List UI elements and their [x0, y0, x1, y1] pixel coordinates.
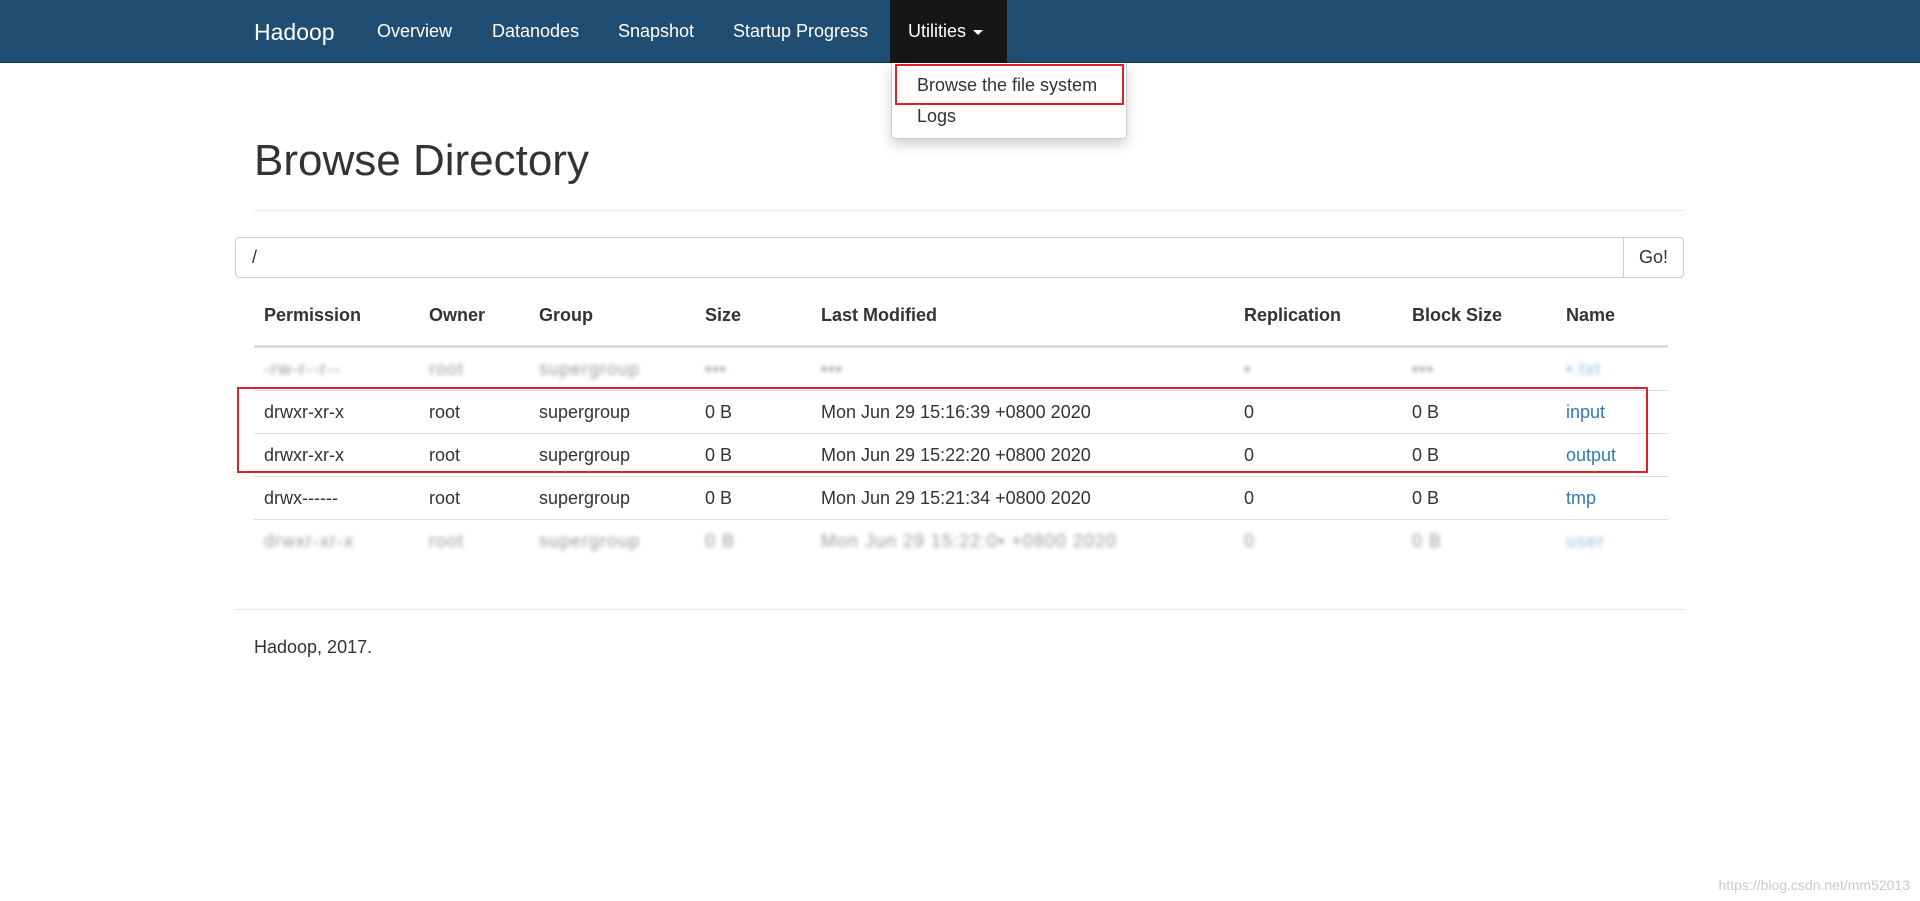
- cell-last-modified: Mon Jun 29 15:21:34 +0800 2020: [821, 488, 1091, 508]
- cell-block-size: •••: [1412, 359, 1434, 379]
- highlight-annotation-menu: [895, 64, 1124, 105]
- cell-permission: drwx------: [264, 488, 338, 508]
- cell-owner: root: [429, 488, 461, 508]
- table-row: drwxr-xr-x root supergroup 0 B Mon Jun 2…: [254, 519, 1668, 562]
- nav-snapshot[interactable]: Snapshot: [600, 0, 712, 63]
- page-title: Browse Directory: [254, 136, 589, 185]
- nav-startup-progress[interactable]: Startup Progress: [715, 0, 886, 63]
- footer-divider: [235, 609, 1685, 610]
- menu-item-logs[interactable]: Logs: [917, 106, 956, 127]
- cell-block-size: 0 B: [1412, 531, 1443, 551]
- col-header-group: Group: [539, 305, 593, 325]
- cell-replication: 0: [1244, 488, 1255, 508]
- col-header-size: Size: [705, 305, 742, 325]
- cell-owner: root: [429, 531, 465, 551]
- cell-permission: -rw-r--r--: [264, 359, 341, 379]
- path-input[interactable]: [235, 237, 1624, 278]
- table-row: drwx------ root supergroup 0 B Mon Jun 2…: [254, 476, 1668, 519]
- brand-link[interactable]: Hadoop: [254, 19, 335, 46]
- cell-last-modified: Mon Jun 29 15:22:0• +0800 2020: [821, 531, 1118, 551]
- title-divider: [254, 210, 1684, 211]
- cell-name-link[interactable]: user: [1566, 520, 1605, 563]
- col-header-last-modified: Last Modified: [821, 305, 937, 325]
- table-row: -rw-r--r-- root supergroup ••• ••• • •••…: [254, 347, 1668, 390]
- col-header-block-size: Block Size: [1412, 305, 1503, 325]
- cell-name-link[interactable]: tmp: [1566, 477, 1596, 520]
- col-header-permission: Permission: [264, 305, 362, 325]
- cell-group: supergroup: [539, 488, 631, 508]
- col-header-name: Name: [1566, 305, 1616, 325]
- col-header-owner: Owner: [429, 305, 486, 325]
- nav-utilities[interactable]: Utilities: [890, 0, 1007, 63]
- cell-replication: 0: [1244, 531, 1256, 551]
- footer-text: Hadoop, 2017.: [254, 637, 373, 657]
- cell-permission: drwxr-xr-x: [264, 531, 354, 551]
- go-button[interactable]: Go!: [1623, 237, 1684, 278]
- cell-size: 0 B: [705, 531, 736, 551]
- cell-name-link[interactable]: •.txt: [1566, 348, 1601, 391]
- caret-down-icon: [973, 29, 984, 35]
- watermark: https://blog.csdn.net/mm52013: [1718, 877, 1910, 893]
- navbar: Hadoop Overview Datanodes Snapshot Start…: [0, 0, 1920, 63]
- cell-size: 0 B: [705, 488, 733, 508]
- highlight-annotation-rows: [237, 387, 1648, 473]
- nav-overview[interactable]: Overview: [359, 0, 470, 63]
- cell-group: supergroup: [539, 359, 641, 379]
- cell-replication: •: [1244, 359, 1252, 379]
- cell-block-size: 0 B: [1412, 488, 1440, 508]
- cell-last-modified: •••: [821, 359, 843, 379]
- col-header-replication: Replication: [1244, 305, 1342, 325]
- cell-owner: root: [429, 359, 465, 379]
- nav-datanodes[interactable]: Datanodes: [474, 0, 597, 63]
- cell-group: supergroup: [539, 531, 641, 551]
- cell-size: •••: [705, 359, 727, 379]
- nav-utilities-label: Utilities: [908, 21, 967, 41]
